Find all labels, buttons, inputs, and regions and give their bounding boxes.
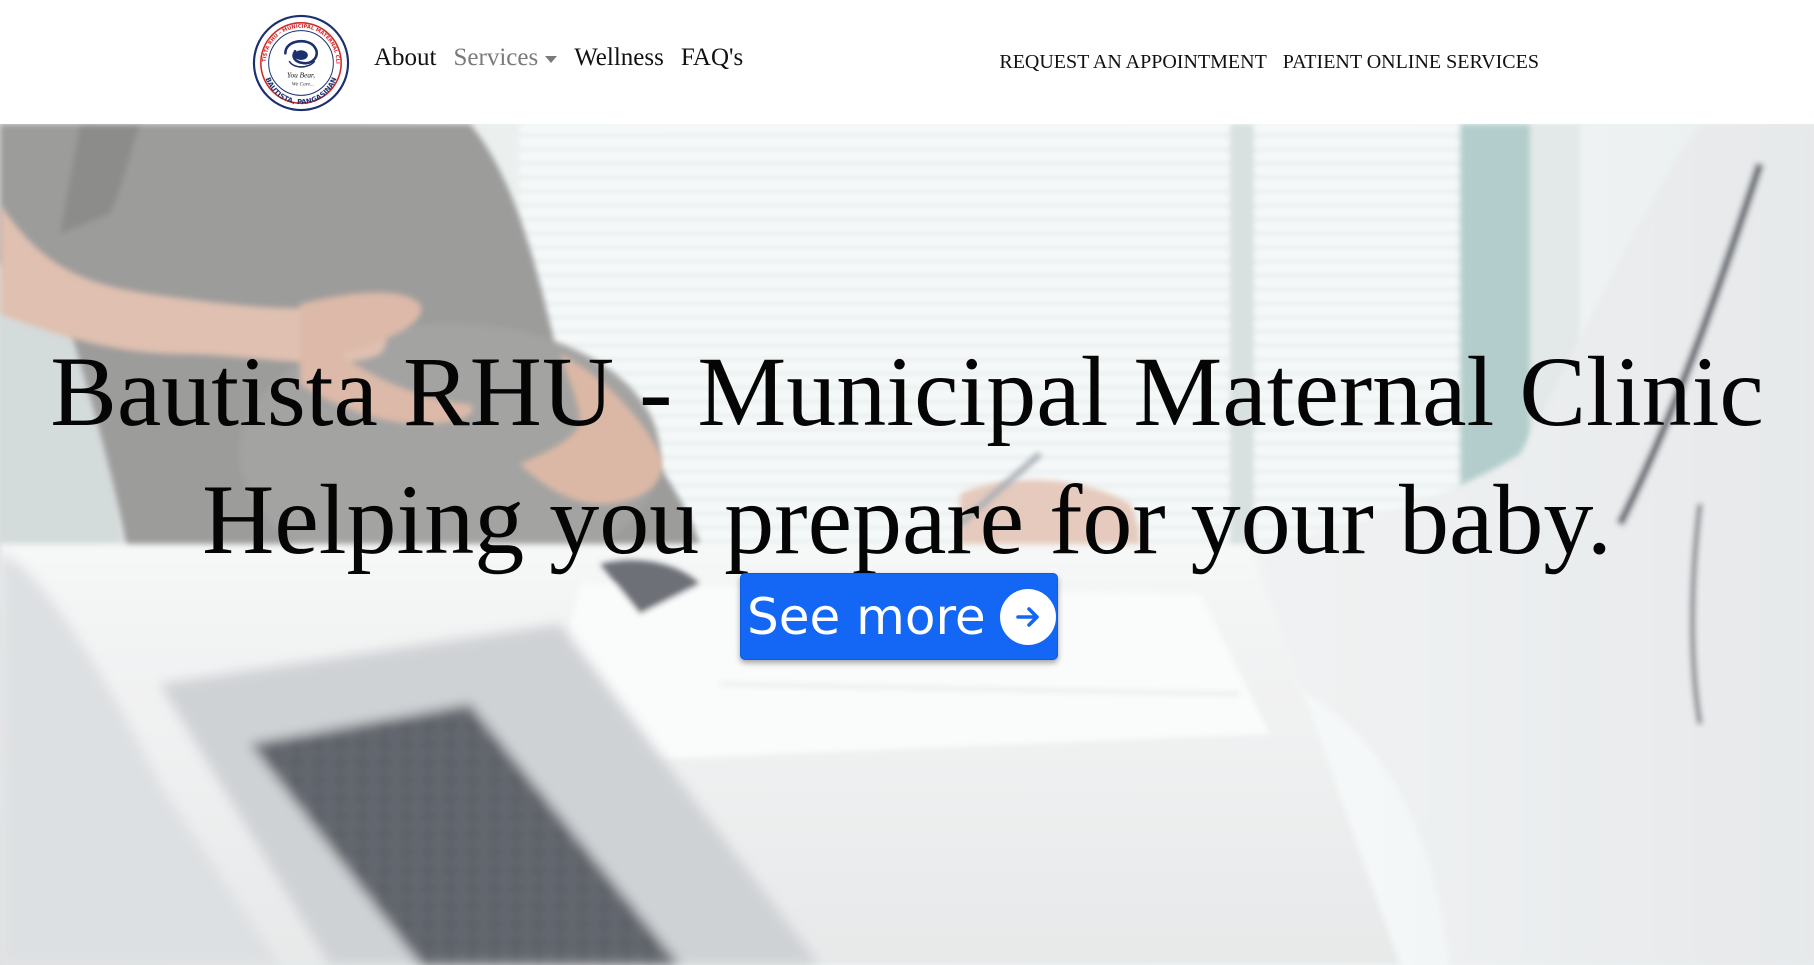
see-more-button[interactable]: See more: [740, 573, 1058, 660]
logo-tagline-2: We Care...: [292, 82, 314, 88]
nav-link-services-label: Services: [453, 44, 539, 71]
main-nav-links: About Services Wellness FAQ's: [374, 44, 760, 72]
top-navbar: BAUTISTA RHU - MUNICIPAL MATERNAL CLINIC…: [0, 0, 1814, 124]
nav-link-services-dropdown[interactable]: Services: [454, 44, 558, 72]
request-appointment-link[interactable]: REQUEST AN APPOINTMENT: [999, 51, 1266, 74]
nav-link-faq[interactable]: FAQ's: [681, 44, 743, 72]
arrow-right-circle-icon: [999, 588, 1056, 645]
hero-title-line-1: Bautista RHU - Municipal Maternal Clinic: [50, 336, 1764, 447]
nav-link-wellness[interactable]: Wellness: [574, 44, 664, 72]
see-more-label: See more: [747, 587, 986, 646]
nav-link-about[interactable]: About: [374, 44, 437, 72]
logo-tagline-1: You Bear,: [287, 71, 315, 80]
clinic-logo[interactable]: BAUTISTA RHU - MUNICIPAL MATERNAL CLINIC…: [252, 14, 350, 112]
patient-online-services-link[interactable]: PATIENT ONLINE SERVICES: [1283, 51, 1539, 74]
caret-down-icon: [545, 55, 558, 63]
hero-title: Bautista RHU - Municipal Maternal Clinic…: [0, 328, 1814, 584]
hero-title-line-2: Helping you prepare for your baby.: [202, 464, 1612, 575]
hero-section: Bautista RHU - Municipal Maternal Clinic…: [0, 124, 1814, 965]
secondary-nav-links: REQUEST AN APPOINTMENT PATIENT ONLINE SE…: [983, 51, 1539, 74]
